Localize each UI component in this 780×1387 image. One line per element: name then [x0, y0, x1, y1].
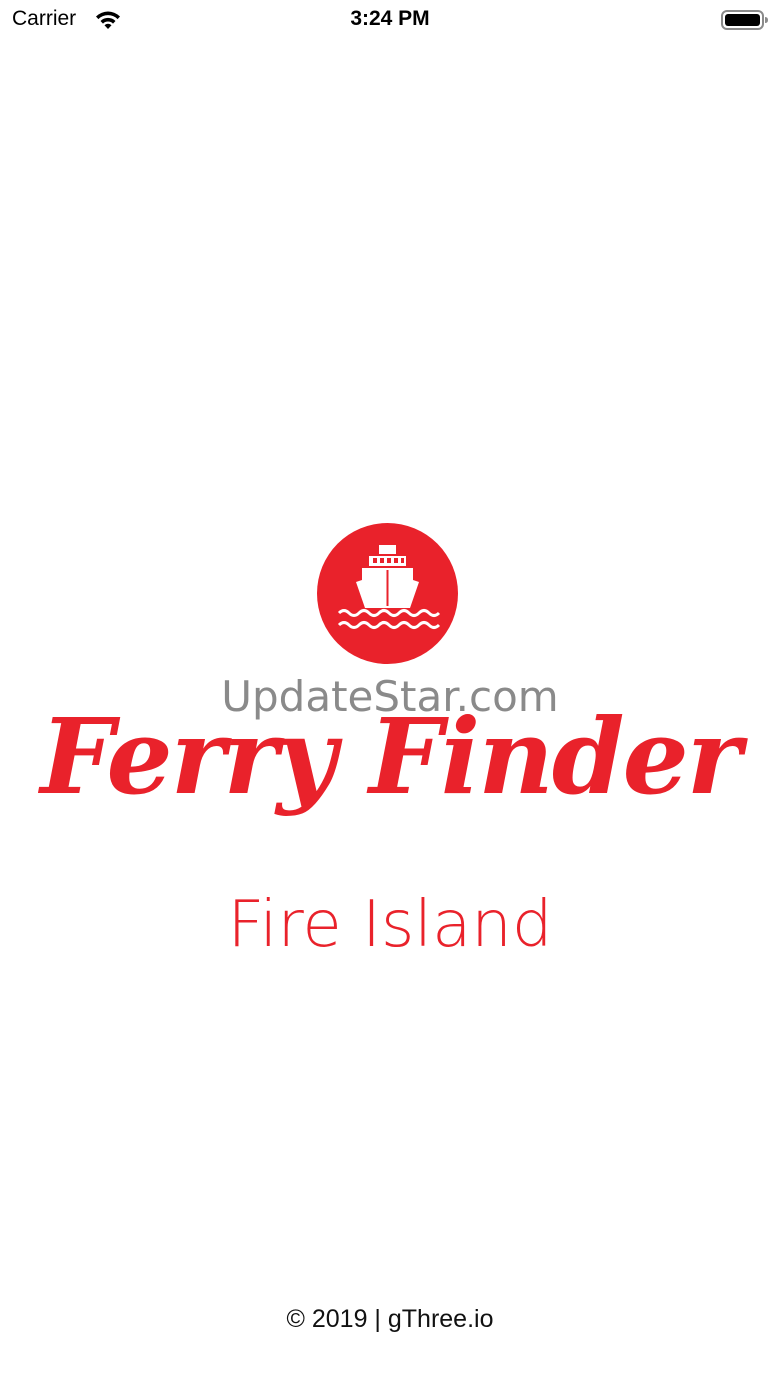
battery-icon: [721, 10, 768, 30]
location-subtitle: Fire Island: [227, 888, 553, 962]
status-bar: Carrier 3:24 PM: [0, 0, 780, 40]
app-title: Ferry Finder: [40, 695, 741, 818]
status-time: 3:24 PM: [350, 7, 430, 30]
ferry-icon: [317, 523, 458, 664]
copyright-footer: © 2019 | gThree.io: [286, 1305, 494, 1333]
